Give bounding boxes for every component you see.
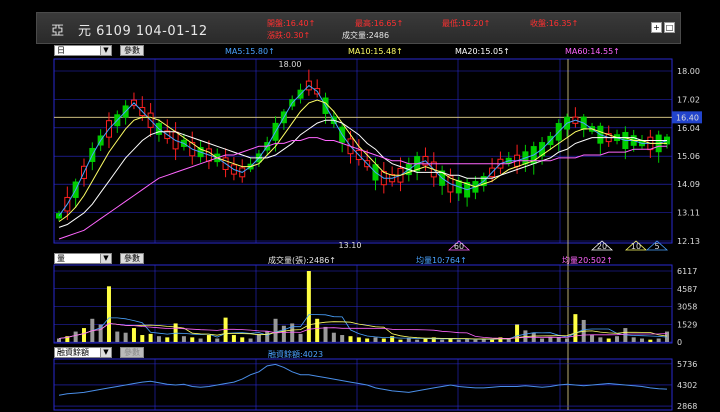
y-tick-label: 12.13	[677, 237, 700, 246]
margin-balance-line	[58, 363, 668, 396]
volume-bar	[406, 338, 411, 342]
volume-bar	[398, 339, 403, 342]
volume-bar	[306, 271, 311, 342]
volume-bar	[631, 337, 636, 342]
volume-bar	[415, 339, 420, 342]
volume-bar	[390, 336, 395, 342]
volume-bar	[606, 338, 611, 342]
volume-y-tick-label: 1529	[677, 320, 697, 329]
period-marker-label: 20	[597, 242, 607, 251]
y-tick-label: 15.06	[677, 152, 700, 161]
volume-bar	[556, 337, 561, 342]
volume-bar	[423, 338, 428, 342]
ma60-line	[58, 137, 667, 240]
candle-body	[56, 213, 62, 219]
y-tick-label: 18.00	[677, 67, 700, 76]
period-marker-label: 10	[631, 242, 641, 251]
low-marker-label: 13.10	[339, 241, 362, 250]
volume-y-tick-label: 0	[677, 338, 682, 347]
volume-bar	[473, 339, 478, 342]
volume-bar	[590, 335, 595, 342]
margin-y-tick-label: 2868	[677, 402, 697, 411]
volume-bar	[656, 338, 661, 342]
volume-bar	[81, 328, 86, 342]
volume-bar	[190, 337, 195, 342]
volume-bar	[165, 337, 170, 342]
y-tick-label: 16.04	[677, 124, 700, 133]
volume-y-tick-label: 3058	[677, 303, 697, 312]
volume-bar	[340, 335, 345, 342]
volume-bar	[131, 328, 136, 342]
volume-bar	[115, 331, 120, 342]
period-marker-label: 60	[454, 242, 464, 251]
volume-bar	[540, 338, 545, 342]
y-tick-label: 14.09	[677, 180, 700, 189]
y-tick-label: 13.11	[677, 209, 700, 218]
volume-y-tick-label: 6117	[677, 267, 697, 276]
volume-bar	[248, 338, 253, 342]
volume-bar	[640, 338, 645, 342]
volume-bar	[515, 324, 520, 342]
volume-bar	[315, 318, 320, 342]
volume-bar	[73, 331, 78, 342]
volume-bar	[181, 336, 186, 342]
volume-bar	[231, 335, 236, 342]
high-marker-label: 18.00	[279, 60, 302, 69]
period-marker-label: 5	[654, 242, 659, 251]
volume-bar	[648, 339, 653, 342]
volume-bar	[173, 323, 178, 342]
volume-bar	[440, 339, 445, 342]
volume-bar	[565, 338, 570, 342]
volume-bar	[373, 337, 378, 342]
volume-bar	[298, 333, 303, 342]
stock-chart: 18.00 17.02 16.04 15.06 14.09 13.11 12.13 16.40…	[53, 58, 702, 411]
volume-bar	[215, 338, 220, 342]
volume-bar	[206, 335, 211, 342]
volume-bar	[456, 339, 461, 342]
y-tick-label: 17.02	[677, 95, 700, 104]
volume-bar	[573, 314, 578, 342]
margin-y-tick-label: 5736	[677, 360, 697, 369]
volume-bar	[240, 337, 245, 342]
volume-bar	[198, 338, 203, 342]
volume-bar	[381, 338, 386, 342]
volume-bar	[615, 336, 620, 342]
volume-bar	[265, 331, 270, 342]
volume-bar	[548, 337, 553, 342]
volume-bar	[290, 323, 295, 342]
volume-bar	[356, 337, 361, 342]
volume-bar	[57, 338, 61, 342]
volume-bar	[156, 336, 161, 342]
volume-bar	[365, 338, 370, 342]
volume-bar	[148, 333, 153, 342]
volume-bar	[348, 336, 353, 342]
volume-bar	[331, 332, 336, 342]
volume-bar	[273, 318, 278, 342]
margin-y-tick-label: 4302	[677, 381, 697, 390]
current-price-label: 16.40	[676, 113, 699, 122]
volume-bar	[490, 339, 495, 342]
volume-y-tick-label: 4587	[677, 285, 697, 294]
volume-bar	[281, 325, 286, 342]
volume-bar	[106, 286, 111, 342]
volume-bar	[598, 337, 603, 342]
volume-bar	[140, 335, 145, 342]
volume-bar	[323, 326, 328, 342]
volume-bar	[123, 332, 128, 342]
volume-bar	[481, 339, 486, 342]
